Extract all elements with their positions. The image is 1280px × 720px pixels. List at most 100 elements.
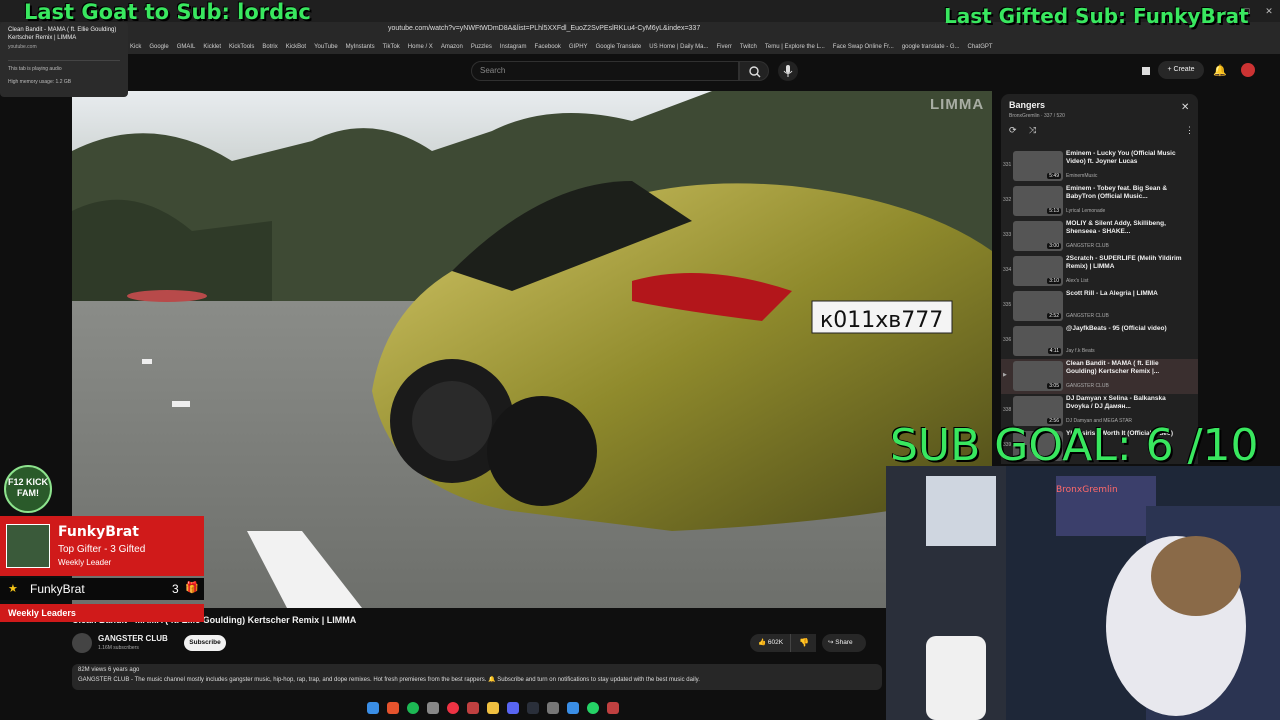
thumbs-up-icon: 👍 — [758, 639, 768, 646]
playlist-item-index: 338 — [1003, 407, 1012, 413]
avatar[interactable] — [1241, 63, 1255, 77]
dislike-button[interactable]: 👎 — [790, 634, 816, 652]
bookmark-item[interactable]: Home / X — [408, 44, 433, 50]
bookmark-item[interactable]: Botrix — [262, 44, 277, 50]
playlist-item-index: ▶ — [1003, 372, 1007, 378]
playlist-item[interactable]: ▶ 3:05 Clean Bandit - MAMA ( ft. Ellie Gou… — [1001, 359, 1198, 394]
bookmark-item[interactable]: Amazon — [441, 44, 463, 50]
gifter-detail: Top Gifter - 3 Gifted — [58, 544, 146, 555]
app-icon[interactable] — [427, 702, 439, 714]
duration-badge: 2:52 — [1047, 313, 1061, 319]
playlist-item-channel: GANGSTER CLUB — [1066, 243, 1109, 249]
subscribe-button[interactable]: Subscribe — [184, 635, 226, 651]
playlist-item-channel: Jay f.k Beats — [1066, 348, 1095, 354]
bookmark-item[interactable]: Google — [149, 44, 168, 50]
channel-subscribers: 1.16M subscribers — [98, 645, 139, 651]
playlist-item-channel: GANGSTER CLUB — [1066, 383, 1109, 389]
playlist-thumbnail: 4:11 — [1013, 326, 1063, 356]
close-icon[interactable]: ✕ — [1264, 6, 1274, 16]
close-icon[interactable]: ✕ — [1181, 102, 1189, 113]
create-button[interactable]: + Create — [1158, 61, 1204, 79]
bookmark-item[interactable]: Google Translate — [596, 44, 642, 50]
share-button[interactable]: ↪ Share — [822, 634, 866, 652]
bookmark-item[interactable]: KickBot — [286, 44, 306, 50]
weekly-leaders-label: Weekly Leaders — [0, 604, 204, 622]
bookmark-item[interactable]: Facebook — [535, 44, 561, 50]
description-box[interactable]: 82M views 6 years ago GANGSTER CLUB - Th… — [72, 664, 882, 690]
bookmark-item[interactable]: Face Swap Online Fr... — [833, 44, 894, 50]
duration-badge: 3:10 — [1047, 278, 1061, 284]
bookmark-item[interactable]: MyInstants — [346, 44, 375, 50]
bookmark-item[interactable]: TikTok — [383, 44, 400, 50]
chrome-icon[interactable] — [447, 702, 459, 714]
discord-icon[interactable] — [507, 702, 519, 714]
mic-button[interactable] — [778, 61, 798, 81]
bookmark-item[interactable]: Kicklet — [203, 44, 221, 50]
brave-icon[interactable] — [387, 702, 399, 714]
bookmark-item[interactable]: google translate - G... — [902, 44, 960, 50]
tab-hover-card: Clean Bandit - MAMA ( ft. Ellie Goulding… — [0, 22, 128, 97]
duration-badge: 4:11 — [1047, 348, 1061, 354]
share-label: Share — [835, 639, 853, 646]
bookmark-item[interactable]: Instagram — [500, 44, 527, 50]
playlist-item[interactable]: 333 3:00 MOLIY & Silent Addy, Skillibeng, … — [1001, 219, 1198, 254]
url-text[interactable]: youtube.com/watch?v=yNWFtWDmD8A&list=PLh… — [388, 25, 700, 32]
pin-icon[interactable] — [467, 702, 479, 714]
channel-name[interactable]: GANGSTER CLUB — [98, 634, 168, 643]
bookmark-item[interactable]: Twitch — [740, 44, 757, 50]
windows-start-icon[interactable] — [367, 702, 379, 714]
shuffle-icon[interactable]: ⤨ — [1029, 125, 1036, 136]
bookmark-item[interactable]: US Home | Daily Ma... — [649, 44, 708, 50]
channel-avatar[interactable] — [72, 633, 92, 653]
more-options-icon[interactable]: ⋮ — [1185, 125, 1194, 136]
playlist-item[interactable]: 332 5:13 Eminem - Tobey feat. Big Sean & B… — [1001, 184, 1198, 219]
bookmark-item[interactable]: ChatGPT — [968, 44, 993, 50]
spotify-icon[interactable] — [407, 702, 419, 714]
playlist-item-index: 336 — [1003, 337, 1012, 343]
view-count: 82M views 6 years ago — [78, 667, 140, 673]
bookmark-item[interactable]: KickTools — [229, 44, 254, 50]
mic-icon — [783, 65, 793, 77]
gifter-avatar — [6, 524, 50, 568]
hover-tab-domain: youtube.com — [8, 44, 37, 50]
last-goat-overlay: Last Goat to Sub: lordac — [24, 0, 311, 24]
loop-icon[interactable]: ⟳ — [1009, 125, 1017, 136]
steam-icon[interactable] — [527, 702, 539, 714]
location-icon[interactable] — [607, 702, 619, 714]
duration-badge: 5:49 — [1047, 173, 1061, 179]
video-player[interactable]: к011хв777 — [72, 91, 992, 608]
playlist-item-title: Scott Rill - La Alegria | LIMMA — [1066, 290, 1158, 297]
thumbs-down-icon: 👎 — [799, 638, 809, 647]
bookmark-item[interactable]: Temu | Explore the L... — [765, 44, 825, 50]
folder-icon[interactable] — [487, 702, 499, 714]
bell-icon[interactable]: 🔔 — [1213, 64, 1227, 77]
playlist-item[interactable]: 334 3:10 2Scratch - SUPERLIFE (Melih Yildi… — [1001, 254, 1198, 289]
playlist-item[interactable]: 331 5:49 Eminem - Lucky You (Official Musi… — [1001, 149, 1198, 184]
search-button[interactable] — [739, 61, 769, 81]
svg-text:BronxGremlin: BronxGremlin — [1056, 485, 1118, 495]
description-text: GANGSTER CLUB - The music channel mostly… — [78, 677, 700, 683]
whatsapp-icon[interactable] — [587, 702, 599, 714]
playlist-thumbnail: 3:00 — [1013, 221, 1063, 251]
playlist-item[interactable]: 335 2:52 Scott Rill - La Alegria | LIMMA GA… — [1001, 289, 1198, 324]
channel-watermark: LIMMA — [930, 96, 985, 113]
bookmark-item[interactable]: GMAIL — [177, 44, 196, 50]
search-input[interactable]: Search — [471, 61, 739, 81]
playlist-item-channel: Lyrical Lemonade — [1066, 208, 1106, 214]
playlist-item-channel: GANGSTER CLUB — [1066, 313, 1109, 319]
video-frame: к011хв777 — [72, 91, 992, 608]
bookmark-item[interactable]: Puzzles — [471, 44, 492, 50]
bookmark-item[interactable]: Kick — [130, 44, 141, 50]
playlist-item[interactable]: 336 4:11 @JayfkBeats - 95 (Official video)… — [1001, 324, 1198, 359]
puzzle-icon[interactable] — [1140, 64, 1152, 76]
create-label: Create — [1173, 66, 1195, 73]
memory-status: High memory usage: 1.2 GB — [8, 79, 72, 85]
playlist-title: Bangers — [1009, 100, 1046, 110]
photos-icon[interactable] — [567, 702, 579, 714]
duration-badge: 3:05 — [1047, 383, 1061, 389]
bookmark-item[interactable]: YouTube — [314, 44, 338, 50]
bookmark-item[interactable]: Fiverr — [717, 44, 732, 50]
f12-kick-fam-logo: F12 KICK FAM! — [4, 465, 52, 513]
settings-icon[interactable] — [547, 702, 559, 714]
bookmark-item[interactable]: GIPHY — [569, 44, 588, 50]
